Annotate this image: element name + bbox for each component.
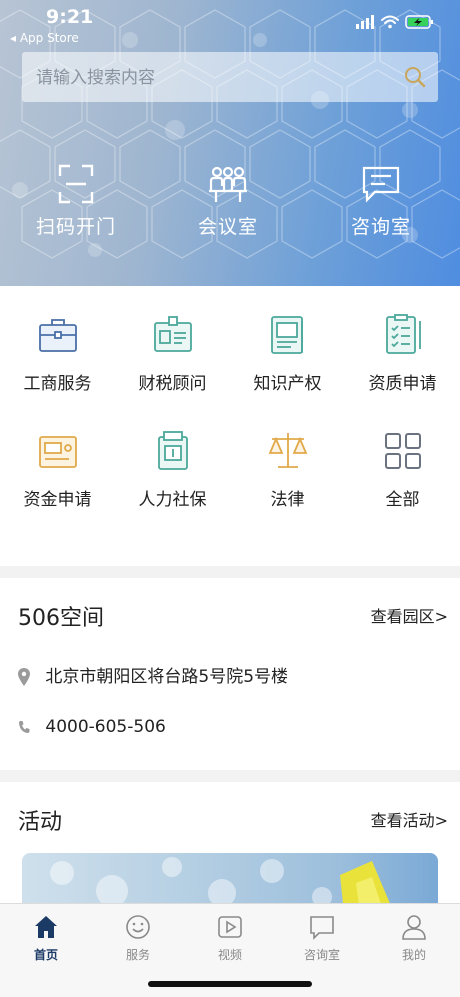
quick-scan-door[interactable]: 扫码开门 bbox=[6, 164, 146, 239]
quick-action-label: 会议室 bbox=[197, 216, 258, 238]
tab-mine[interactable]: 我的 bbox=[368, 914, 460, 963]
service-label: 资金申请 bbox=[23, 490, 92, 510]
service-label: 财税顾问 bbox=[138, 374, 207, 394]
clock: 9:21 bbox=[46, 6, 94, 28]
service-all[interactable]: 全部 bbox=[345, 429, 460, 510]
quick-consult-room[interactable]: 咨询室 bbox=[311, 164, 451, 239]
status-bar: 9:21 ◂ App Store bbox=[0, 0, 460, 48]
smile-icon bbox=[126, 915, 150, 939]
quick-action-label: 扫码开门 bbox=[35, 216, 116, 238]
play-icon bbox=[218, 916, 242, 938]
view-activity-link[interactable]: 查看活动> bbox=[371, 807, 448, 831]
search-bar[interactable] bbox=[22, 52, 438, 104]
id-card-icon bbox=[153, 316, 192, 352]
tab-label: 服务 bbox=[125, 948, 150, 962]
service-label: 资质申请 bbox=[368, 374, 437, 394]
address-row[interactable]: 北京市朝阳区将台路5号院5号楼 bbox=[18, 662, 288, 687]
service-label: 知识产权 bbox=[253, 374, 322, 394]
service-label: 工商服务 bbox=[23, 374, 92, 394]
services-grid: 工商服务 财税顾问 知识产权 资质申请 资金申请 人力社保 法律 全部 bbox=[0, 286, 460, 566]
service-ip[interactable]: 知识产权 bbox=[230, 313, 345, 394]
back-to-app-store[interactable]: ◂ App Store bbox=[10, 31, 79, 45]
phone-icon bbox=[19, 721, 30, 733]
checklist-clipboard-icon bbox=[385, 314, 421, 354]
search-input[interactable] bbox=[34, 52, 398, 104]
view-park-link[interactable]: 查看园区> bbox=[371, 603, 448, 627]
service-label: 全部 bbox=[385, 490, 420, 510]
tab-service[interactable]: 服务 bbox=[92, 914, 184, 963]
scales-icon bbox=[268, 433, 307, 468]
user-icon bbox=[402, 915, 426, 940]
home-indicator[interactable] bbox=[148, 981, 312, 987]
battery-charging-icon bbox=[405, 15, 433, 29]
quick-action-label: 咨询室 bbox=[350, 216, 411, 238]
service-tax[interactable]: 财税顾问 bbox=[115, 313, 230, 394]
space-card: 506空间 查看园区> 北京市朝阳区将台路5号院5号楼 4000-605-506 bbox=[0, 578, 460, 770]
scan-icon bbox=[58, 164, 94, 204]
service-hr-social[interactable]: 人力社保 bbox=[115, 429, 230, 510]
funds-card-icon bbox=[38, 436, 77, 468]
system-icons bbox=[356, 14, 436, 34]
service-legal[interactable]: 法律 bbox=[230, 429, 345, 510]
tab-label: 咨询室 bbox=[303, 948, 340, 962]
certificate-icon bbox=[270, 316, 303, 354]
wifi-icon bbox=[381, 15, 399, 24]
service-label: 人力社保 bbox=[138, 490, 207, 510]
service-funding[interactable]: 资金申请 bbox=[0, 429, 115, 510]
hero-banner: 9:21 ◂ App Store 请输入搜索内容 扫码开门 会议室 咨询室 bbox=[0, 0, 460, 286]
signal-icon bbox=[356, 15, 374, 29]
meeting-room-icon bbox=[209, 166, 247, 202]
consult-chat-icon bbox=[362, 166, 400, 203]
address-text: 北京市朝阳区将台路5号院5号楼 bbox=[45, 667, 289, 687]
chat-icon bbox=[310, 916, 334, 940]
tab-label: 视频 bbox=[217, 948, 242, 962]
space-title: 506空间 bbox=[18, 606, 104, 631]
tab-label: 我的 bbox=[401, 948, 426, 962]
service-business[interactable]: 工商服务 bbox=[0, 313, 115, 394]
tab-consult[interactable]: 咨询室 bbox=[276, 914, 368, 963]
grid-icon bbox=[384, 433, 421, 469]
tab-video[interactable]: 视频 bbox=[184, 914, 276, 963]
home-icon bbox=[35, 916, 57, 938]
tab-label: 首页 bbox=[33, 948, 58, 962]
search-icon[interactable] bbox=[404, 66, 426, 88]
briefcase-icon bbox=[38, 319, 77, 352]
location-pin-icon bbox=[18, 668, 30, 686]
activity-title: 活动 bbox=[18, 810, 63, 835]
quick-meeting-room[interactable]: 会议室 bbox=[158, 164, 298, 239]
phone-text: 4000-605-506 bbox=[45, 717, 166, 737]
service-label: 法律 bbox=[270, 490, 305, 510]
tab-home[interactable]: 首页 bbox=[0, 914, 92, 963]
document-icon bbox=[157, 431, 188, 470]
phone-row[interactable]: 4000-605-506 bbox=[18, 717, 166, 737]
service-qualification[interactable]: 资质申请 bbox=[345, 313, 460, 394]
